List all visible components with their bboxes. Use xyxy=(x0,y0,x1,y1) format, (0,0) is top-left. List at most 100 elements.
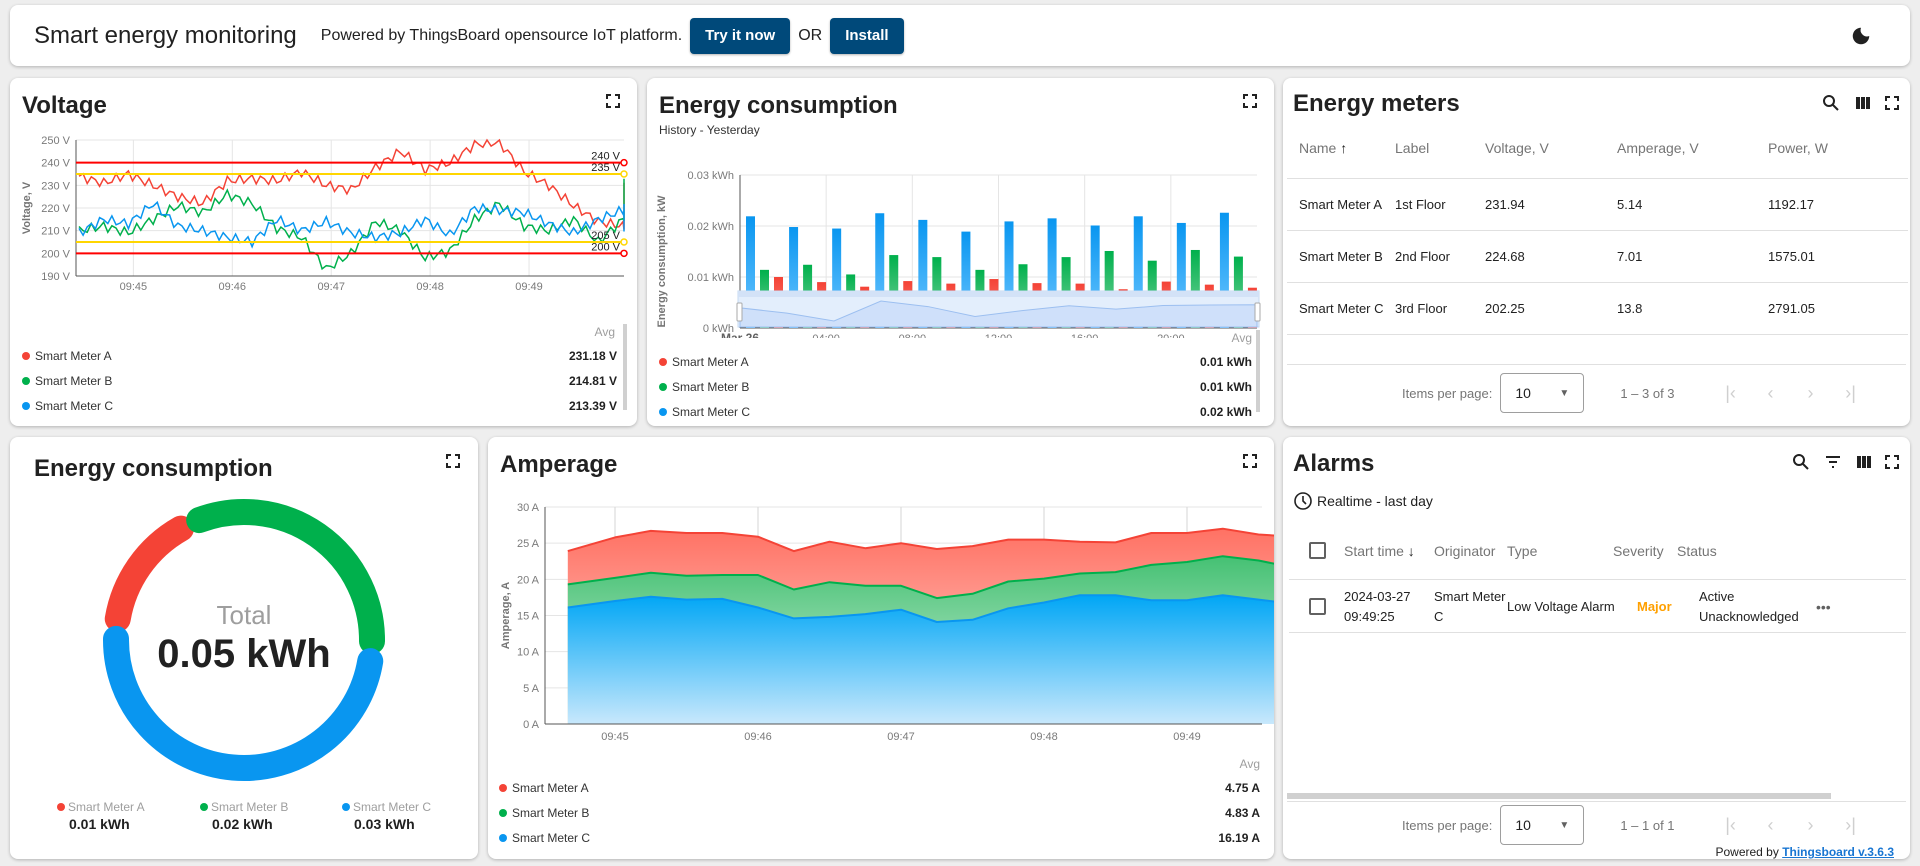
legend-dot xyxy=(499,809,507,817)
column-header-originator[interactable]: Originator xyxy=(1434,543,1495,559)
cell-power: 1575.01 xyxy=(1768,248,1815,264)
search-icon[interactable] xyxy=(1792,453,1810,471)
last-page-icon[interactable]: ›| xyxy=(1831,383,1871,404)
next-page-icon[interactable]: › xyxy=(1791,815,1831,836)
series-line xyxy=(78,138,625,230)
fullscreen-icon[interactable] xyxy=(1243,94,1257,108)
column-header-start-time[interactable]: Start time ↓ xyxy=(1344,543,1434,559)
timewindow-selector[interactable]: Realtime - last day xyxy=(1293,491,1433,511)
x-tick-label: 08:00 xyxy=(899,333,927,338)
column-header-label[interactable]: Label xyxy=(1394,118,1484,178)
column-label: Start time xyxy=(1344,542,1404,559)
legend-label: Smart Meter B xyxy=(512,806,590,820)
more-actions-icon[interactable]: ••• xyxy=(1816,599,1831,615)
previous-page-icon[interactable]: ‹ xyxy=(1751,383,1791,404)
table-row[interactable]: Smart Meter C 3rd Floor 202.25 13.8 2791… xyxy=(1287,282,1908,334)
x-tick-label: Mar 26 xyxy=(721,331,759,338)
energy-bar-subtitle: History - Yesterday xyxy=(659,123,760,137)
y-tick-label: 200 V xyxy=(41,248,70,260)
select-all-checkbox[interactable] xyxy=(1309,542,1326,559)
legend-avg: 213.39 V xyxy=(568,399,617,413)
cell-power: 1192.17 xyxy=(1768,196,1815,212)
columns-icon[interactable] xyxy=(1854,94,1872,112)
legend-label: Smart Meter A xyxy=(672,355,749,369)
column-header-power[interactable]: Power, W xyxy=(1767,118,1908,178)
items-per-page-label: Items per page: xyxy=(1402,385,1493,401)
legend-dot xyxy=(659,383,667,391)
table-row[interactable]: Smart Meter B 2nd Floor 224.68 7.01 1575… xyxy=(1287,230,1908,282)
cell-start-time: 2024-03-27 09:49:25 xyxy=(1344,587,1434,627)
try-it-now-button[interactable]: Try it now xyxy=(690,17,791,54)
legend-item: Smart Meter B xyxy=(22,374,112,388)
legend-item: Smart Meter B xyxy=(499,806,589,820)
voltage-title: Voltage xyxy=(22,92,107,119)
legend-item: Smart Meter C xyxy=(499,831,590,845)
start-time: 09:49:25 xyxy=(1344,608,1395,624)
horizontal-scrollbar[interactable] xyxy=(1287,793,1831,799)
legend-scrollbar[interactable] xyxy=(1256,330,1260,412)
search-icon[interactable] xyxy=(1822,94,1840,112)
thingsboard-version-link[interactable]: Thingsboard v.3.6.3 xyxy=(1782,845,1894,859)
paginator-divider xyxy=(1287,801,1906,802)
legend-avg: 0.01 kWh xyxy=(1199,380,1252,394)
legend-avg: 16.19 A xyxy=(1218,831,1260,845)
voltage-widget: Voltage 190 V 200 V 210 V 220 V 230 V 240 V 25… xyxy=(10,78,637,426)
column-label: Name xyxy=(1299,139,1337,156)
install-button[interactable]: Install xyxy=(830,17,904,54)
first-page-icon[interactable]: |‹ xyxy=(1711,383,1751,404)
next-page-icon[interactable]: › xyxy=(1791,383,1831,404)
donut-legend-item: Smart Meter A 0.01 kWh xyxy=(57,800,145,832)
originator-line: Smart Meter xyxy=(1434,588,1506,604)
legend-dot xyxy=(22,402,30,410)
legend-value: 0.02 kWh xyxy=(212,816,273,832)
legend-label: Smart Meter C xyxy=(512,831,591,845)
first-page-icon[interactable]: |‹ xyxy=(1711,815,1751,836)
fullscreen-icon[interactable] xyxy=(606,94,620,108)
x-tick-label: 09:46 xyxy=(219,281,247,293)
items-per-page-select[interactable]: 10 ▼ xyxy=(1500,373,1585,413)
fullscreen-icon[interactable] xyxy=(1885,455,1899,469)
cell-voltage: 224.68 xyxy=(1485,248,1525,264)
cell-type: Low Voltage Alarm xyxy=(1507,599,1615,614)
legend-dot xyxy=(200,803,208,811)
paginator: Items per page: 10 ▼ 1 – 1 of 1 |‹ ‹ › ›| xyxy=(1402,805,1871,845)
legend-avg: 0.01 kWh xyxy=(1199,355,1252,369)
y-tick-label: 220 V xyxy=(41,203,70,215)
y-axis-title: Voltage, V xyxy=(21,181,33,234)
x-tick-label: 09:49 xyxy=(515,281,543,293)
filter-icon[interactable] xyxy=(1824,453,1842,471)
threshold-marker xyxy=(620,238,628,246)
legend-scrollbar[interactable] xyxy=(623,324,627,410)
row-checkbox[interactable] xyxy=(1309,598,1326,615)
fullscreen-icon[interactable] xyxy=(1885,96,1899,110)
legend-label: Smart Meter A xyxy=(512,781,589,795)
dark-mode-moon-icon[interactable] xyxy=(1850,25,1872,47)
column-header-severity[interactable]: Severity xyxy=(1613,543,1677,559)
cell-amperage: 7.01 xyxy=(1617,248,1643,264)
last-page-icon[interactable]: ›| xyxy=(1831,815,1871,836)
column-header-voltage[interactable]: Voltage, V xyxy=(1484,118,1616,178)
select-value: 10 xyxy=(1515,385,1531,401)
column-header-status[interactable]: Status xyxy=(1677,543,1717,559)
legend-dot xyxy=(659,408,667,416)
dashboard-title: Smart energy monitoring xyxy=(34,21,297,49)
fullscreen-icon[interactable] xyxy=(1243,454,1257,468)
table-row[interactable]: 2024-03-27 09:49:25 Smart Meter C Low Volt… xyxy=(1289,581,1906,633)
legend-item: Smart Meter C xyxy=(659,405,750,419)
series-line xyxy=(78,200,625,249)
column-header-amperage[interactable]: Amperage, V xyxy=(1616,118,1767,178)
donut-legend-item: Smart Meter C 0.03 kWh xyxy=(342,800,431,832)
items-per-page-select[interactable]: 10 ▼ xyxy=(1500,805,1585,845)
energy-meters-title: Energy meters xyxy=(1293,90,1460,117)
legend-label: Smart Meter B xyxy=(211,800,289,814)
columns-icon[interactable] xyxy=(1855,453,1873,471)
legend-dot xyxy=(342,803,350,811)
cell-status: Active Unacknowledged xyxy=(1699,587,1829,627)
column-header-type[interactable]: Type xyxy=(1507,543,1613,559)
table-row[interactable]: Smart Meter A 1st Floor 231.94 5.14 1192… xyxy=(1287,178,1908,230)
column-header-name[interactable]: Name ↑ xyxy=(1287,118,1394,178)
paginator: Items per page: 10 ▼ 1 – 3 of 3 |‹ ‹ › ›| xyxy=(1402,373,1871,413)
or-label: OR xyxy=(798,26,823,44)
previous-page-icon[interactable]: ‹ xyxy=(1751,815,1791,836)
y-tick-label: 250 V xyxy=(41,135,70,147)
